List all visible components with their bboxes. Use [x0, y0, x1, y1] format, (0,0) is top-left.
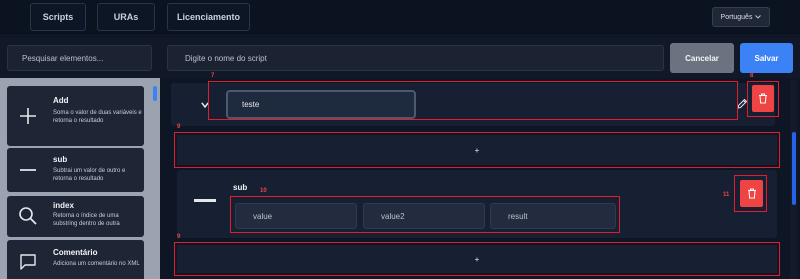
annotation-label: 8 [750, 73, 754, 79]
add-block-button[interactable]: + [177, 245, 777, 273]
annotation-label: 11 [723, 192, 730, 198]
toolbar: Pesquisar elementos... Digite o nome do … [0, 37, 800, 78]
sidebar-item-description: Retorna o índice de uma substring dentro… [53, 213, 120, 227]
sidebar-item-description: Soma o valor de duas variáveis e retorna… [53, 110, 142, 124]
cancel-button[interactable]: Cancelar [670, 43, 734, 73]
sidebar-scroll-thumb[interactable] [153, 86, 157, 101]
minus-icon [194, 199, 216, 202]
save-button[interactable]: Salvar [740, 43, 793, 73]
nav-licenciamento[interactable]: Licenciamento [167, 3, 250, 31]
sidebar-item-sub[interactable]: sub Subtrai um valor de outro e retorna … [7, 148, 144, 192]
delete-sub-block-button[interactable] [740, 180, 763, 207]
trash-icon [747, 188, 756, 199]
search-icon [14, 202, 42, 230]
sidebar-item-index[interactable]: index Retorna o índice de uma substring … [7, 196, 144, 237]
language-select[interactable]: Português [712, 7, 770, 27]
sidebar-item-description: Adiciona um comentário no XML [53, 261, 140, 267]
canvas-scroll-thumb[interactable] [792, 132, 796, 205]
annotation-box-fields [230, 196, 620, 233]
search-input[interactable]: Pesquisar elementos... [7, 45, 152, 71]
sidebar-item-title: index [53, 201, 74, 210]
sidebar-scrollbar[interactable] [152, 85, 158, 279]
add-block-button[interactable]: + [177, 135, 777, 165]
language-label: Português [720, 13, 753, 21]
sidebar-item-title: Comentário [53, 248, 98, 257]
comment-icon [14, 248, 42, 276]
sidebar-item-add[interactable]: Add Soma o valor de duas variáveis e ret… [7, 86, 144, 146]
sub-block-title: sub [233, 183, 248, 192]
trash-icon [759, 93, 767, 104]
chevron-down-icon [755, 15, 762, 19]
annotation-label: 9 [177, 124, 181, 130]
annotation-label: 7 [211, 73, 215, 79]
sidebar-item-title: Add [53, 96, 69, 105]
script-name-input[interactable]: Digite o nome do script [167, 45, 664, 71]
script-canvas: teste 7 8 9 + sub value value2 result 10… [160, 73, 800, 279]
nav-uras[interactable]: URAs [97, 3, 155, 31]
top-nav: Scripts URAs Licenciamento Português [0, 0, 800, 36]
sidebar-item-comentario[interactable]: Comentário Adiciona um comentário no XML [7, 240, 144, 279]
delete-block-button[interactable] [752, 85, 774, 112]
sidebar: Add Soma o valor de duas variáveis e ret… [0, 78, 160, 279]
nav-scripts[interactable]: Scripts [30, 3, 86, 31]
minus-icon [14, 156, 42, 184]
sidebar-item-description: Subtrai um valor de outro e retorna o re… [53, 168, 126, 182]
sidebar-item-title: sub [53, 155, 68, 164]
annotation-label: 9 [177, 234, 181, 240]
annotation-label: 10 [260, 188, 267, 194]
plus-icon [14, 102, 42, 130]
annotation-box-name [208, 81, 738, 120]
